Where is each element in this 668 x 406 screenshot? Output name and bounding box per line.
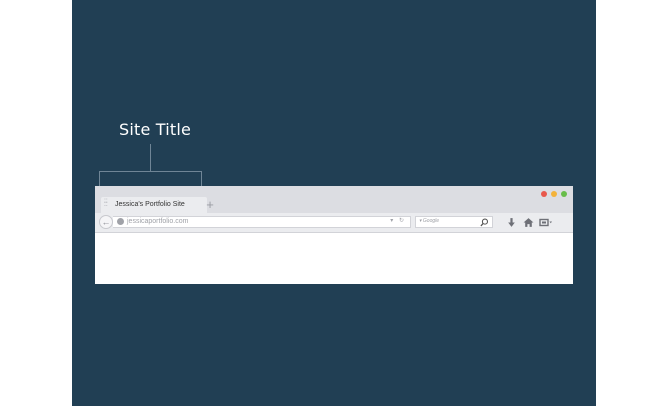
callout-line <box>150 144 151 171</box>
search-engine-label: ▾ Google <box>419 218 440 224</box>
callout-bracket <box>99 171 202 186</box>
tab-title: Jessica's Portfolio Site <box>115 201 185 208</box>
browser-window: ⁚⁚ ⁚⁚ Jessica's Portfolio Site + ← jessic… <box>95 186 573 284</box>
globe-icon <box>117 218 124 225</box>
search-bar[interactable]: ▾ Google <box>415 216 493 228</box>
site-title-callout: Site Title <box>119 120 192 139</box>
page-content <box>95 233 573 284</box>
address-bar[interactable]: jessicaportfolio.com ▾ ↻ <box>113 216 411 228</box>
minimize-window-button[interactable] <box>551 191 557 197</box>
download-icon[interactable] <box>506 217 517 228</box>
address-bar-url: jessicaportfolio.com <box>127 218 189 225</box>
new-tab-button[interactable]: + <box>203 198 217 212</box>
back-button[interactable]: ← <box>99 215 113 229</box>
tab-grip-icon: ⁚⁚ ⁚⁚ <box>104 199 108 208</box>
home-icon[interactable] <box>523 217 534 228</box>
browser-tab[interactable]: ⁚⁚ ⁚⁚ Jessica's Portfolio Site <box>101 197 207 213</box>
extensions-icon[interactable] <box>539 217 553 228</box>
close-window-button[interactable] <box>541 191 547 197</box>
browser-titlebar: ⁚⁚ ⁚⁚ Jessica's Portfolio Site + <box>95 186 573 213</box>
address-bar-controls[interactable]: ▾ ↻ <box>390 217 406 224</box>
browser-toolbar: ← jessicaportfolio.com ▾ ↻ ▾ Google <box>95 213 573 233</box>
zoom-window-button[interactable] <box>561 191 567 197</box>
search-icon[interactable] <box>480 218 489 227</box>
